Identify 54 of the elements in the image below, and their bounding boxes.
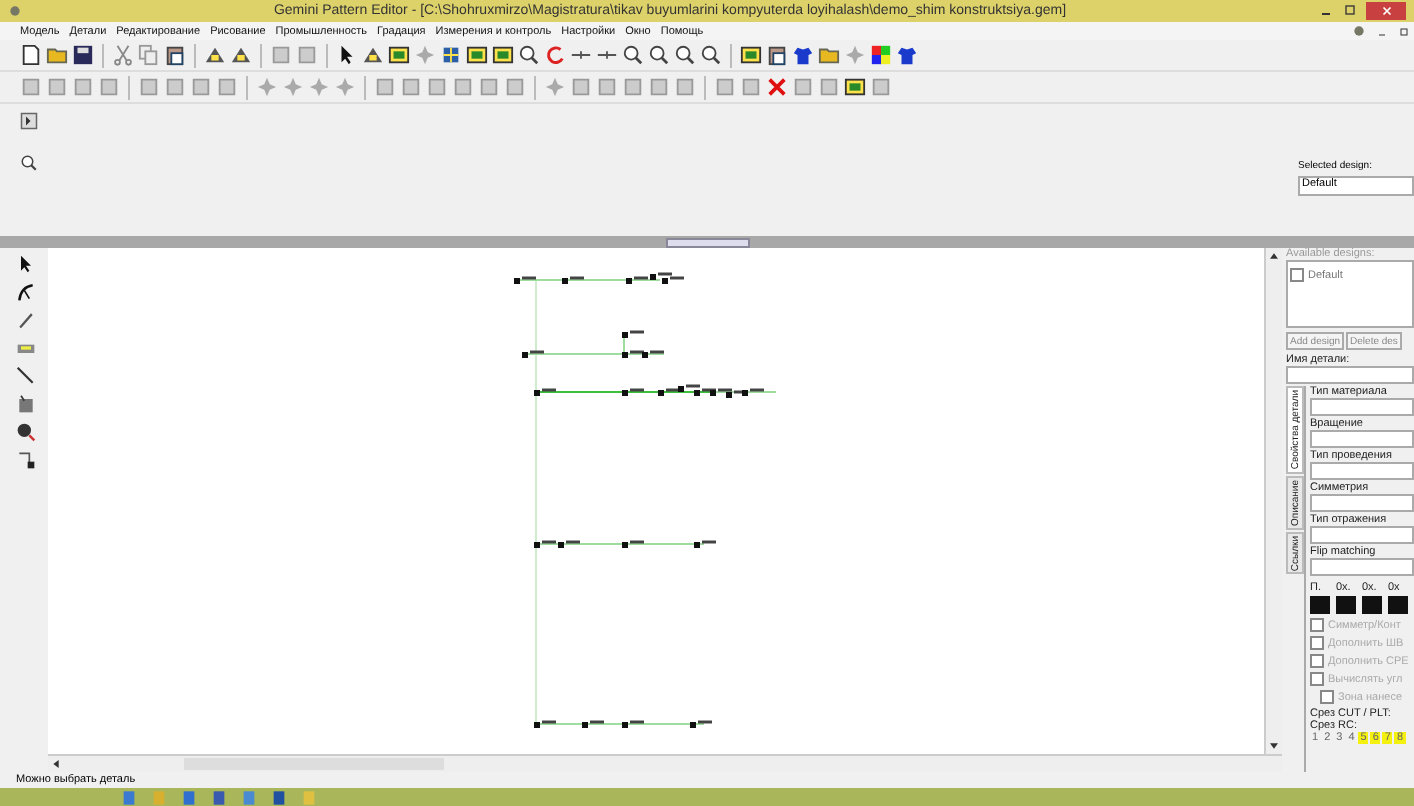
panel-icon[interactable]: [20, 112, 38, 130]
frame-icon[interactable]: [466, 44, 488, 66]
save-icon[interactable]: [72, 44, 94, 66]
delete-icon[interactable]: [766, 76, 788, 98]
checkbox[interactable]: [1290, 268, 1304, 282]
restore-icon[interactable]: [1398, 25, 1410, 37]
new-file-icon[interactable]: [20, 44, 42, 66]
line-icon[interactable]: [16, 366, 36, 386]
pointer-icon[interactable]: [16, 254, 36, 274]
zoom-icon[interactable]: [648, 44, 670, 66]
zoom-icon[interactable]: [700, 44, 722, 66]
frame-icon[interactable]: [740, 44, 762, 66]
close-button[interactable]: [1366, 2, 1406, 20]
scrollbar-thumb[interactable]: [184, 758, 444, 770]
name-field[interactable]: [1286, 366, 1414, 384]
colors-icon[interactable]: [870, 44, 892, 66]
shirt-icon[interactable]: [792, 44, 814, 66]
box-icon[interactable]: [16, 394, 36, 414]
tool-icon[interactable]: [230, 44, 252, 66]
pointer-icon[interactable]: [336, 44, 358, 66]
zoom-icon[interactable]: [20, 154, 38, 172]
input-field[interactable]: [1310, 494, 1414, 512]
input-field[interactable]: [1310, 430, 1414, 448]
input-field[interactable]: [1310, 398, 1414, 416]
splitter-handle[interactable]: [665, 237, 749, 247]
grid-icon[interactable]: [440, 44, 462, 66]
pencil-icon[interactable]: [16, 310, 36, 330]
tool-icon[interactable]: [818, 44, 840, 66]
tool-icon[interactable]: [362, 44, 384, 66]
app-icon: [1352, 24, 1366, 38]
input-field[interactable]: [1310, 558, 1414, 576]
close-icon: [1379, 4, 1393, 18]
tool-icon[interactable]: [766, 44, 788, 66]
open-folder-icon[interactable]: [46, 44, 68, 66]
color-swatch[interactable]: [1310, 596, 1330, 614]
frame-icon[interactable]: [492, 44, 514, 66]
app-icon: [8, 4, 22, 18]
maximize-icon[interactable]: [1342, 2, 1358, 18]
zoom-icon[interactable]: [518, 44, 540, 66]
color-swatch[interactable]: [1362, 596, 1382, 614]
node-icon[interactable]: [16, 450, 36, 470]
tool-icon[interactable]: [844, 76, 866, 98]
tool-icon[interactable]: [896, 44, 918, 66]
zoom-icon[interactable]: [622, 44, 644, 66]
color-swatch[interactable]: [1336, 596, 1356, 614]
input-field[interactable]: [1310, 462, 1414, 480]
paste-icon[interactable]: [164, 44, 186, 66]
tool-icon[interactable]: [388, 44, 410, 66]
cut-icon[interactable]: [112, 44, 134, 66]
color-swatch[interactable]: [1388, 596, 1408, 614]
curve-icon[interactable]: [16, 282, 36, 302]
input-field[interactable]: [1310, 526, 1414, 544]
tool-icon[interactable]: [204, 44, 226, 66]
zoom-icon[interactable]: [674, 44, 696, 66]
